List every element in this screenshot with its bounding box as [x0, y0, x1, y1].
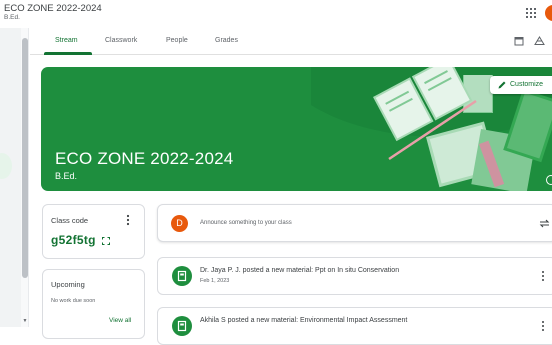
class-code-label: Class code [51, 216, 89, 225]
tab-stream[interactable]: Stream [55, 37, 78, 44]
upcoming-card: Upcoming No work due soon View all [42, 269, 145, 339]
customize-button[interactable]: Customize [490, 76, 552, 94]
drive-folder-icon[interactable] [534, 36, 545, 46]
class-subtitle: B.Ed. [4, 14, 20, 21]
user-avatar: D [171, 215, 188, 232]
tab-grades[interactable]: Grades [215, 37, 238, 44]
side-panel [0, 28, 21, 327]
announce-box[interactable]: D Announce something to your class [157, 204, 552, 242]
customize-label: Customize [510, 81, 544, 88]
pencil-icon [498, 81, 506, 89]
upcoming-empty-text: No work due soon [51, 298, 96, 304]
more-vert-icon[interactable] [541, 320, 545, 332]
stream-post[interactable]: Dr. Jaya P. J. posted a new material: Pp… [157, 257, 552, 295]
tab-people[interactable]: People [166, 37, 188, 44]
banner-subtitle: B.Ed. [55, 171, 78, 181]
announce-placeholder[interactable]: Announce something to your class [200, 220, 292, 226]
more-vert-icon[interactable] [125, 214, 131, 226]
more-vert-icon[interactable] [541, 270, 545, 282]
class-code-card: Class code g52f5tg [42, 204, 145, 259]
top-bar: ECO ZONE 2022-2024 B.Ed. [0, 0, 552, 28]
tab-classwork[interactable]: Classwork [105, 37, 137, 44]
class-title[interactable]: ECO ZONE 2022-2024 [4, 3, 102, 14]
active-tab-indicator [44, 52, 92, 55]
banner-title: ECO ZONE 2022-2024 [55, 149, 234, 168]
class-banner: ECO ZONE 2022-2024 B.Ed. Customize [41, 67, 552, 191]
post-title[interactable]: Dr. Jaya P. J. posted a new material: Pp… [200, 267, 399, 274]
scrollbar-thumb[interactable] [22, 38, 28, 278]
view-all-link[interactable]: View all [109, 317, 131, 324]
repost-icon[interactable] [539, 218, 550, 229]
apps-grid-icon[interactable] [525, 7, 537, 19]
material-icon [172, 266, 192, 286]
post-title[interactable]: Akhila S posted a new material: Environm… [200, 317, 407, 324]
class-code-value: g52f5tg [51, 233, 96, 247]
scroll-down-arrow[interactable]: ▼ [22, 318, 28, 324]
fullscreen-icon[interactable] [102, 237, 110, 245]
post-date: Feb 1, 2023 [200, 278, 230, 284]
upcoming-title: Upcoming [51, 280, 85, 289]
calendar-icon[interactable] [514, 36, 524, 46]
tab-bar: Stream Classwork People Grades [30, 28, 552, 55]
side-panel-indicator [0, 153, 12, 179]
stream-post[interactable]: Akhila S posted a new material: Environm… [157, 307, 552, 345]
material-icon [172, 316, 192, 336]
account-avatar[interactable] [545, 5, 552, 21]
info-icon[interactable] [546, 175, 552, 185]
